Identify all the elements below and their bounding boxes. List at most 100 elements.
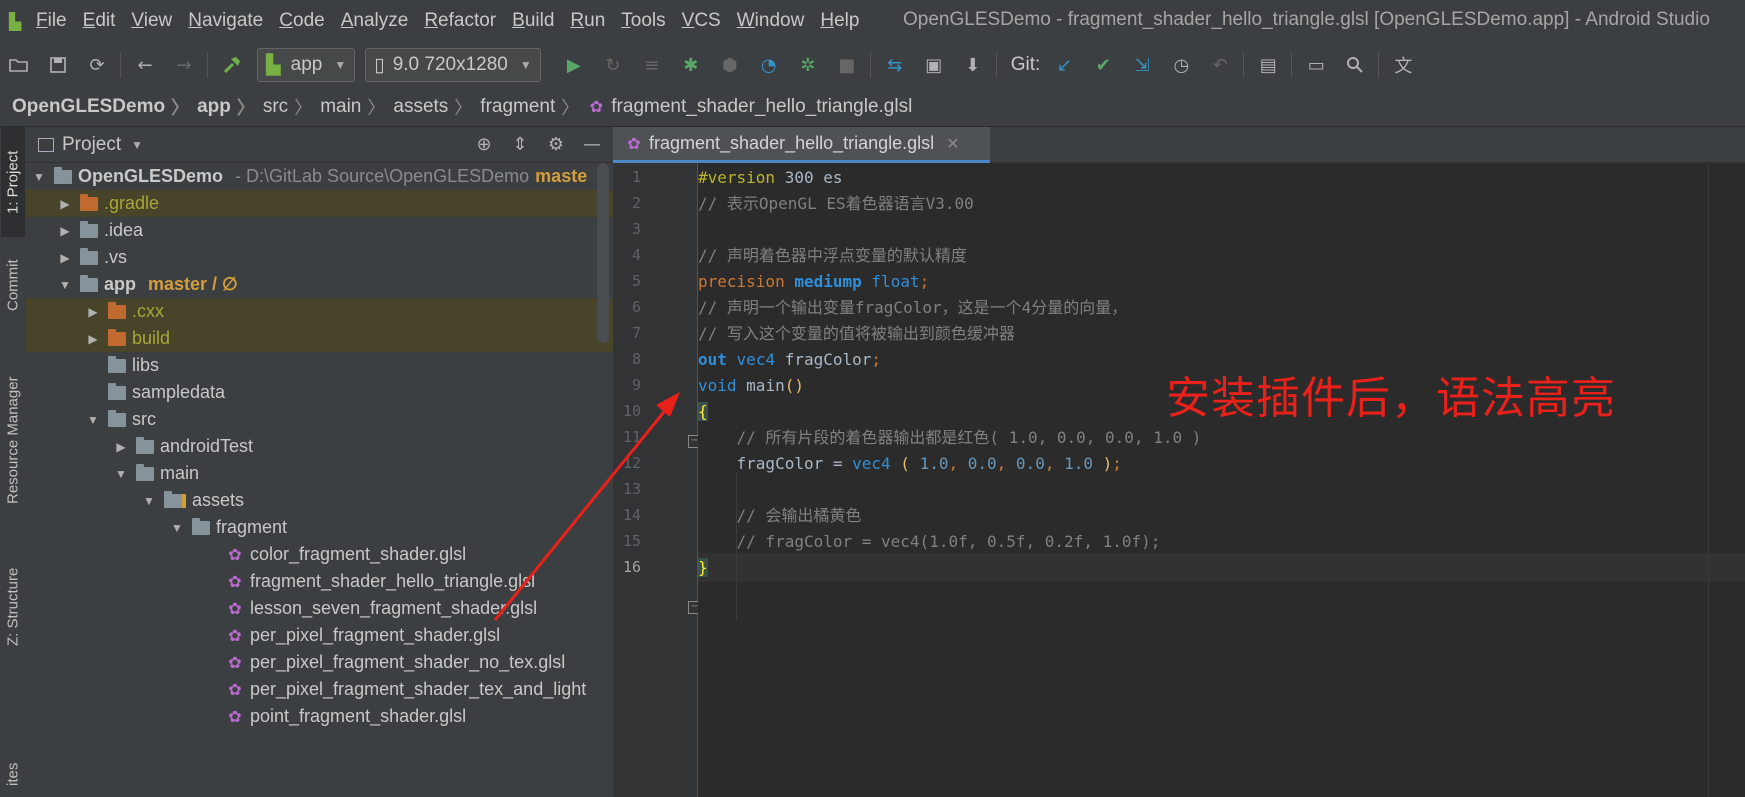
breadcrumb-item[interactable]: main 〉 — [320, 94, 393, 120]
tree-item-main[interactable]: ▼ main — [26, 460, 613, 487]
settings-gear-icon[interactable]: ⚙ — [541, 129, 571, 159]
sdk-manager-icon[interactable]: ⬇ — [958, 50, 988, 80]
main-toolbar: ⟳ ← → ▙ app ▼ ▯ 9.0 720x1280 ▼ ▶ ↻ ≡ ✱ ⬢… — [0, 42, 1745, 89]
project-view-select[interactable]: Project ▼ — [38, 134, 143, 156]
expand-arrow-icon[interactable]: ▶ — [86, 305, 100, 319]
collapse-all-icon[interactable]: ⇕ — [505, 129, 535, 159]
tree-item-file[interactable]: ✿ point_fragment_shader.glsl — [26, 703, 613, 730]
side-tab-commit[interactable]: Commit — [1, 245, 25, 325]
locate-file-icon[interactable]: ⊕ — [469, 129, 499, 159]
tree-item-root[interactable]: ▼ OpenGLESDemo - D:\GitLab Source\OpenGL… — [26, 163, 613, 190]
project-structure-icon[interactable]: ▤ — [1253, 50, 1283, 80]
debug-attach-icon[interactable]: ✲ — [793, 50, 823, 80]
expand-arrow-icon[interactable]: ▶ — [86, 332, 100, 346]
tree-item-libs[interactable]: libs — [26, 352, 613, 379]
menu-analyze[interactable]: Analyze — [341, 10, 409, 32]
breadcrumb-item[interactable]: app 〉 — [197, 94, 263, 120]
apply-code-changes-icon[interactable]: ≡ — [637, 50, 667, 80]
breadcrumb-item[interactable]: ✿ fragment_shader_hello_triangle.glsl — [587, 96, 913, 118]
expand-arrow-icon[interactable]: ▼ — [142, 494, 156, 508]
tree-item-file[interactable]: ✿ fragment_shader_hello_triangle.glsl — [26, 568, 613, 595]
expand-arrow-icon[interactable]: ▶ — [114, 440, 128, 454]
git-commit-icon[interactable]: ✔ — [1088, 50, 1118, 80]
menu-window[interactable]: Window — [737, 10, 805, 32]
back-icon[interactable]: ← — [130, 50, 160, 80]
attach-debugger-icon[interactable]: ⬢ — [715, 50, 745, 80]
side-tab-favorites[interactable]: ites — [1, 752, 25, 797]
tree-item-label: OpenGLESDemo — [78, 166, 224, 186]
menu-vcs[interactable]: VCS — [682, 10, 721, 32]
menu-help[interactable]: Help — [820, 10, 859, 32]
tree-item-src[interactable]: ▼ src — [26, 406, 613, 433]
sync-icon[interactable]: ⟳ — [82, 50, 112, 80]
breadcrumb-item[interactable]: OpenGLESDemo 〉 — [12, 94, 197, 120]
menu-run[interactable]: Run — [570, 10, 605, 32]
tree-item-file[interactable]: ✿ per_pixel_fragment_shader_no_tex.glsl — [26, 649, 613, 676]
git-history-icon[interactable]: ◷ — [1166, 50, 1196, 80]
breadcrumb-item[interactable]: src 〉 — [263, 94, 320, 120]
translate-icon[interactable]: 文 — [1388, 50, 1418, 80]
tree-item-androidtest[interactable]: ▶ androidTest — [26, 433, 613, 460]
code-editor[interactable]: #version 300 es // 表示OpenGL ES着色器语言V3.00… — [698, 163, 1745, 797]
tree-item-cxx[interactable]: ▶ .cxx — [26, 298, 613, 325]
tree-item-fragment[interactable]: ▼ fragment — [26, 514, 613, 541]
avd-manager-icon[interactable]: ▣ — [919, 50, 949, 80]
project-scrollbar[interactable] — [597, 163, 609, 343]
open-folder-icon[interactable] — [4, 50, 34, 80]
tree-item-build[interactable]: ▶ build — [26, 325, 613, 352]
expand-arrow-icon[interactable]: ▶ — [58, 197, 72, 211]
menu-tools[interactable]: Tools — [621, 10, 665, 32]
expand-arrow-icon[interactable]: ▶ — [58, 224, 72, 238]
tree-item-sampledata[interactable]: sampledata — [26, 379, 613, 406]
side-tab-project[interactable]: 1: Project — [1, 127, 25, 237]
expand-arrow-icon[interactable]: ▼ — [170, 521, 184, 535]
forward-icon[interactable]: → — [169, 50, 199, 80]
menu-edit[interactable]: Edit — [83, 10, 116, 32]
menu-refactor[interactable]: Refactor — [424, 10, 496, 32]
menu-navigate[interactable]: Navigate — [188, 10, 263, 32]
line-number: 1 — [631, 168, 641, 186]
expand-arrow-icon[interactable]: ▼ — [32, 170, 46, 184]
run-icon[interactable]: ▶ — [559, 50, 589, 80]
run-configuration-select[interactable]: ▙ app ▼ — [257, 48, 356, 82]
side-tab-resource-manager[interactable]: Resource Manager — [1, 360, 25, 520]
expand-arrow-icon[interactable]: ▶ — [58, 251, 72, 265]
git-rollback-icon[interactable]: ↶ — [1205, 50, 1235, 80]
tree-item-gradle[interactable]: ▶ .gradle — [26, 190, 613, 217]
make-project-hammer-icon[interactable] — [217, 50, 247, 80]
line-number-current: 16 — [622, 558, 641, 576]
save-all-icon[interactable] — [43, 50, 73, 80]
breadcrumb-item[interactable]: assets 〉 — [393, 94, 480, 120]
side-tab-structure[interactable]: Z: Structure — [1, 552, 25, 662]
git-update-icon[interactable]: ↙ — [1049, 50, 1079, 80]
gradle-sync-icon[interactable]: ⇆ — [880, 50, 910, 80]
device-select[interactable]: ▯ 9.0 720x1280 ▼ — [365, 48, 541, 82]
stop-icon[interactable]: ■ — [832, 50, 862, 80]
chevron-right-icon: 〉 — [294, 98, 313, 118]
menu-build[interactable]: Build — [512, 10, 554, 32]
tree-item-app[interactable]: ▼ app master / ∅ — [26, 271, 613, 298]
tree-item-vs[interactable]: ▶ .vs — [26, 244, 613, 271]
terminal-icon[interactable]: ▭ — [1301, 50, 1331, 80]
close-icon[interactable]: ✕ — [946, 134, 959, 154]
apply-changes-icon[interactable]: ↻ — [598, 50, 628, 80]
git-push-icon[interactable]: ⇲ — [1127, 50, 1157, 80]
profile-icon[interactable]: ◔ — [754, 50, 784, 80]
menu-file[interactable]: File — [36, 10, 67, 32]
tree-item-idea[interactable]: ▶ .idea — [26, 217, 613, 244]
menu-code[interactable]: Code — [279, 10, 324, 32]
expand-arrow-icon[interactable]: ▼ — [58, 278, 72, 292]
expand-arrow-icon[interactable]: ▼ — [86, 413, 100, 427]
tree-item-file[interactable]: ✿ per_pixel_fragment_shader_tex_and_ligh… — [26, 676, 613, 703]
search-icon[interactable] — [1340, 50, 1370, 80]
menu-view[interactable]: View — [131, 10, 172, 32]
breadcrumb-item[interactable]: fragment 〉 — [480, 94, 587, 120]
tree-item-file[interactable]: ✿ lesson_seven_fragment_shader.glsl — [26, 595, 613, 622]
expand-arrow-icon[interactable]: ▼ — [114, 467, 128, 481]
editor-tab-active[interactable]: ✿ fragment_shader_hello_triangle.glsl ✕ — [613, 127, 990, 163]
tree-item-file[interactable]: ✿ per_pixel_fragment_shader.glsl — [26, 622, 613, 649]
tree-item-file[interactable]: ✿ color_fragment_shader.glsl — [26, 541, 613, 568]
debug-icon[interactable]: ✱ — [676, 50, 706, 80]
hide-panel-icon[interactable]: — — [577, 129, 607, 159]
tree-item-assets[interactable]: ▼ assets — [26, 487, 613, 514]
